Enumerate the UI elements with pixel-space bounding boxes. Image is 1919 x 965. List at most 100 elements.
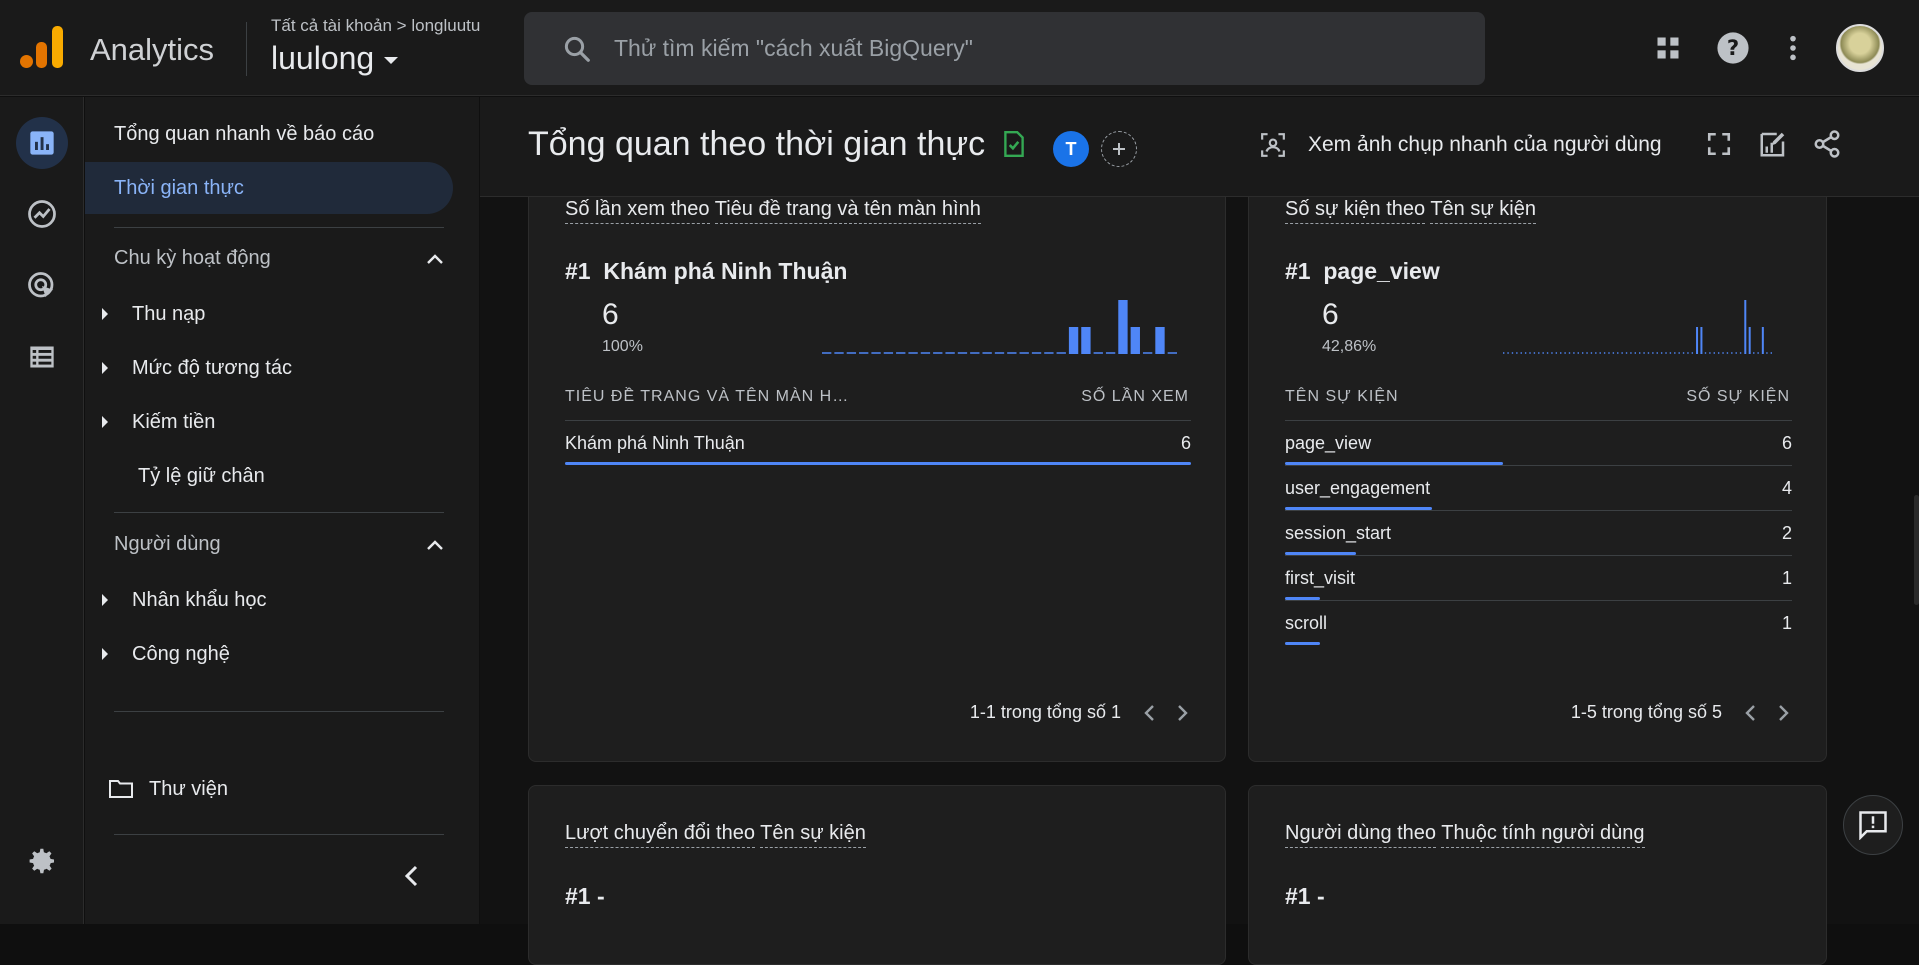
app-name: Analytics: [90, 32, 215, 67]
scrollbar[interactable]: [1914, 495, 1919, 605]
reports-icon[interactable]: [16, 117, 68, 169]
more-vert-icon[interactable]: [1775, 30, 1811, 66]
caret-down-icon: [384, 57, 399, 64]
dimension-picker[interactable]: Tiêu đề trang và tên màn hình: [714, 198, 981, 224]
comparison-chip[interactable]: T: [1053, 131, 1089, 167]
row-value: 2: [1781, 523, 1792, 543]
metric-picker[interactable]: Người dùng theo: [1285, 822, 1437, 848]
divider: [246, 22, 247, 76]
nav-realtime[interactable]: Thời gian thực: [85, 162, 453, 214]
svg-text:?: ?: [1727, 36, 1739, 61]
top-item-value: 6: [602, 298, 619, 331]
card-title: Người dùng theo Thuộc tính người dùng: [1285, 822, 1645, 848]
top-item-name: page_view: [1323, 258, 1440, 284]
divider: [114, 512, 444, 513]
nav-monetization-label: Kiếm tiền: [132, 410, 216, 433]
sparkline-chart: [822, 300, 1177, 354]
nav-reports-snapshot[interactable]: Tổng quan nhanh về báo cáo: [114, 108, 374, 160]
row-label: scroll: [1285, 613, 1328, 633]
nav-retention[interactable]: Tỷ lệ giữ chân: [138, 450, 265, 502]
table-row[interactable]: page_view 6: [1285, 420, 1792, 465]
row-value: 4: [1781, 478, 1792, 498]
prev-page-icon[interactable]: [1744, 704, 1756, 722]
user-snapshot-button[interactable]: Xem ảnh chụp nhanh của người dùng: [1260, 123, 1662, 167]
card-title: Lượt chuyển đổi theo Tên sự kiện: [565, 822, 866, 848]
nav-engagement[interactable]: Mức độ tương tác: [102, 342, 292, 394]
spark-bar: [1700, 327, 1703, 354]
row-value: 1: [1781, 613, 1792, 633]
section-user-label: Người dùng: [114, 533, 221, 555]
search-bar[interactable]: Thử tìm kiếm "cách xuất BigQuery": [524, 12, 1485, 85]
user-avatar[interactable]: [1836, 24, 1884, 72]
spark-bar: [1696, 327, 1699, 354]
collapse-nav-chevron-icon[interactable]: [402, 864, 420, 893]
metric-picker[interactable]: Lượt chuyển đổi theo: [565, 822, 755, 848]
row-label: Khám phá Ninh Thuận: [565, 433, 745, 453]
account-selector[interactable]: luulong: [271, 40, 399, 77]
nav-acquisition-label: Thu nạp: [132, 302, 206, 325]
section-user[interactable]: Người dùng: [114, 533, 444, 556]
nav-tech-label: Công nghệ: [132, 642, 230, 665]
nav-demographics[interactable]: Nhân khẩu học: [102, 574, 267, 626]
user-snapshot-icon: [1261, 133, 1285, 157]
pagination-label: 1-5 trong tổng số 5: [1570, 702, 1722, 722]
search-icon: [564, 36, 590, 62]
account-breadcrumb[interactable]: Tất cả tài khoản > longluutu: [271, 16, 480, 36]
configure-icon[interactable]: [16, 331, 68, 383]
rank-label: #1: [565, 258, 591, 284]
card-user-properties: Người dùng theo Thuộc tính người dùng #1…: [1248, 785, 1827, 965]
table-row[interactable]: first_visit 1: [1285, 555, 1792, 600]
dimension-picker[interactable]: Tên sự kiện: [760, 822, 866, 848]
spark-bar: [1744, 300, 1747, 354]
add-comparison-icon[interactable]: [1101, 131, 1137, 167]
explore-icon[interactable]: [16, 188, 68, 240]
spark-bar: [1761, 327, 1764, 354]
expand-arrow-icon: [102, 594, 108, 606]
feedback-button[interactable]: [1843, 795, 1903, 855]
section-lifecycle-label: Chu kỳ hoạt động: [114, 247, 271, 269]
col-header-metric: SỐ LẦN XEM: [1081, 388, 1189, 405]
fullscreen-icon[interactable]: [1702, 127, 1736, 161]
user-snapshot-label: Xem ảnh chụp nhanh của người dùng: [1308, 133, 1662, 156]
verified-check-icon[interactable]: [1001, 130, 1027, 158]
card-events: Số sự kiện theo Tên sự kiện #1 page_view…: [1248, 157, 1827, 762]
apps-grid-icon[interactable]: [1650, 30, 1686, 66]
section-lifecycle[interactable]: Chu kỳ hoạt động: [114, 247, 444, 270]
expand-arrow-icon: [102, 308, 108, 320]
nav-library[interactable]: Thư viện: [109, 763, 228, 815]
edit-report-icon[interactable]: [1756, 127, 1790, 161]
row-value: 6: [1180, 433, 1191, 453]
nav-monetization[interactable]: Kiếm tiền: [102, 396, 215, 448]
advertising-icon[interactable]: [16, 260, 68, 312]
dimension-picker[interactable]: Thuộc tính người dùng: [1441, 822, 1645, 848]
top-item-name: Khám phá Ninh Thuận: [603, 258, 848, 284]
table-row[interactable]: scroll 1: [1285, 600, 1792, 645]
row-value: 1: [1781, 568, 1792, 588]
share-icon[interactable]: [1810, 127, 1844, 161]
table-row[interactable]: user_engagement 4: [1285, 465, 1792, 510]
nav-tech[interactable]: Công nghệ: [102, 628, 230, 680]
prev-page-icon[interactable]: [1143, 704, 1155, 722]
metric-picker[interactable]: Số lần xem theo: [565, 198, 710, 224]
metric-picker[interactable]: Số sự kiện theo: [1285, 198, 1426, 224]
help-icon[interactable]: ?: [1715, 30, 1751, 66]
settings-gear-icon[interactable]: [16, 835, 68, 887]
table-row[interactable]: Khám phá Ninh Thuận 6: [565, 420, 1191, 465]
top-bar: Analytics Tất cả tài khoản > longluutu l…: [0, 0, 1919, 96]
table-row[interactable]: session_start 2: [1285, 510, 1792, 555]
next-page-icon[interactable]: [1778, 704, 1790, 722]
spark-bar: [1155, 327, 1165, 354]
account-name: luulong: [271, 40, 375, 76]
search-placeholder: Thử tìm kiếm "cách xuất BigQuery": [614, 35, 973, 61]
spark-bar: [1068, 327, 1079, 354]
next-page-icon[interactable]: [1177, 704, 1189, 722]
top-item-percent: 42,86%: [1322, 338, 1377, 355]
analytics-logo-icon[interactable]: [20, 26, 64, 70]
chevron-up-icon: [427, 253, 443, 264]
col-header-dimension: TIÊU ĐỀ TRANG VÀ TÊN MÀN H…: [565, 388, 850, 405]
folder-icon: [109, 780, 133, 798]
dimension-picker[interactable]: Tên sự kiện: [1430, 198, 1536, 224]
col-header-metric: SỐ SỰ KIỆN: [1686, 388, 1790, 405]
nav-acquisition[interactable]: Thu nạp: [102, 288, 205, 340]
divider: [114, 711, 444, 712]
